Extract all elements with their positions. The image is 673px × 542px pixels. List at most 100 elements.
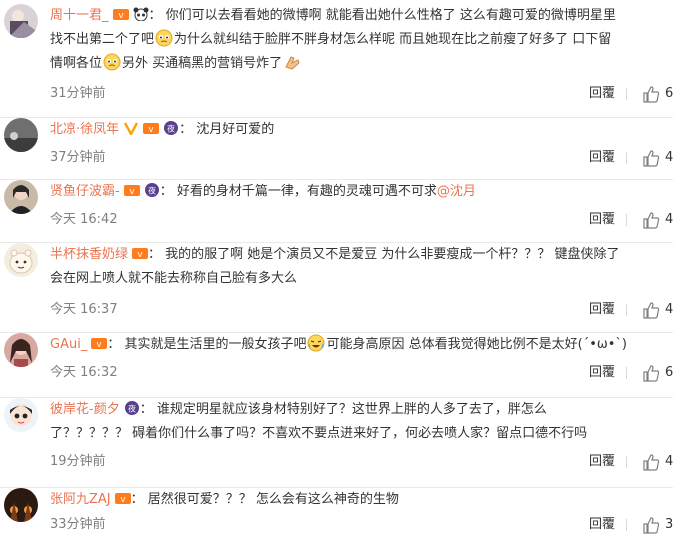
comment-item: GAui_ v： 其实就是生活里的一般女孩子吧 可能身高原因 总体看我觉得她比例不是…	[0, 332, 673, 385]
divider	[626, 519, 627, 531]
svg-text:夜: 夜	[148, 186, 156, 196]
comment-text: 沈月好可爱的	[196, 122, 275, 137]
pleading-face-icon	[103, 53, 121, 71]
comment-text: 找不出第二个了吧	[50, 32, 155, 47]
avatar[interactable]	[4, 180, 38, 214]
username[interactable]: 彼岸花-颜夕	[50, 402, 120, 417]
like-count: 6	[665, 86, 673, 101]
avatar[interactable]	[4, 4, 38, 38]
night-badge-icon[interactable]: 夜	[124, 401, 140, 415]
comment-body: GAui_ v： 其实就是生活里的一般女孩子吧 可能身高原因 总体看我觉得她比例不是…	[50, 333, 673, 357]
night-badge-icon[interactable]: 夜	[163, 121, 179, 135]
member-badge-icon[interactable]: v	[132, 246, 149, 260]
like-count: 6	[665, 365, 673, 380]
like-icon[interactable]	[641, 84, 661, 104]
timestamp: 33分钟前	[50, 517, 106, 532]
comment-text: 好看的身材千篇一律，有趣的灵魂可遇不可求	[176, 184, 437, 199]
divider	[626, 456, 627, 468]
comment-body: 贤鱼仔波霸-v 夜： 好看的身材千篇一律，有趣的灵魂可遇不可求@沈月	[50, 183, 476, 199]
night-badge-icon[interactable]: 夜	[144, 183, 160, 197]
divider	[626, 152, 627, 164]
panda-icon	[133, 7, 149, 21]
comment-text: 情啊各位	[50, 56, 103, 71]
comment-text: 了？？？？？ 碍着你们什么事了吗？不喜欢不要点进来好了，何必去喷人家？留点口德不…	[50, 426, 588, 441]
reply-button[interactable]: 回覆	[589, 363, 615, 383]
comment-body: 北凉·徐凤年 v 夜： 沈月好可爱的	[50, 121, 275, 137]
comment-body: 彼岸花-颜夕夜： 谁规定明星就应该身材特别好了？这世界上胖的人多了去了，胖怎么 …	[50, 401, 588, 441]
reply-button[interactable]: 回覆	[589, 452, 615, 472]
avatar[interactable]	[4, 333, 38, 367]
divider	[626, 214, 627, 226]
like-icon[interactable]	[641, 363, 661, 383]
like-icon[interactable]	[641, 210, 661, 230]
reply-button[interactable]: 回覆	[589, 515, 615, 535]
comment-item: 北凉·徐凤年 v 夜： 沈月好可爱的 37分钟前 回覆 4	[0, 117, 673, 170]
comment-item: 贤鱼仔波霸-v 夜： 好看的身材千篇一律，有趣的灵魂可遇不可求@沈月 今天 16:…	[0, 179, 673, 232]
comment-text: 为什么就纠结于脸胖不胖身材怎么样呢 而且她现在比之前瘦了好多了 口下留	[174, 32, 612, 47]
timestamp: 19分钟前	[50, 454, 106, 469]
clapping-hands-icon	[283, 53, 301, 71]
comment-item: 张阿九ZAJ v： 居然很可爱？？？ 怎么会有这么神奇的生物 33分钟前 回覆 3	[0, 487, 673, 542]
avatar[interactable]	[4, 398, 38, 432]
svg-text:夜: 夜	[167, 124, 175, 134]
member-badge-icon[interactable]: v	[91, 336, 108, 350]
comment-text: 其实就是生活里的一般女孩子吧	[124, 337, 307, 352]
comment-item: 半杯抹香奶绿 v： 我的的服了啊 她是个演员又不是爱豆 为什么非要瘦成一个杆？？？…	[0, 242, 673, 321]
reply-button[interactable]: 回覆	[589, 148, 615, 168]
like-count: 4	[665, 212, 673, 227]
verified-v-icon[interactable]	[123, 121, 139, 135]
username[interactable]: 贤鱼仔波霸-	[50, 184, 120, 199]
svg-text:v: v	[148, 125, 154, 135]
timestamp: 今天 16:42	[50, 212, 118, 227]
timestamp: 今天 16:32	[50, 365, 118, 380]
like-count: 3	[665, 517, 673, 532]
avatar[interactable]	[4, 243, 38, 277]
svg-text:v: v	[120, 495, 126, 505]
divider	[626, 367, 627, 379]
svg-text:v: v	[137, 250, 143, 260]
comment-item: 周十一君_ v： 你们可以去看看她的微博啊 就能看出她什么性格了 这么有趣可爱的微…	[0, 4, 673, 106]
laughing-crying-face-icon	[307, 334, 325, 352]
comment-text: 居然很可爱？？？ 怎么会有这么神奇的生物	[147, 492, 399, 507]
timestamp: 31分钟前	[50, 86, 106, 101]
mention-link[interactable]: @沈月	[437, 184, 476, 199]
member-badge-icon[interactable]: v	[114, 491, 131, 505]
username[interactable]: GAui_	[50, 337, 87, 352]
svg-text:夜: 夜	[128, 404, 136, 414]
like-count: 4	[665, 302, 673, 317]
username[interactable]: 半杯抹香奶绿	[50, 247, 128, 262]
comment-text: 我的的服了啊 她是个演员又不是爱豆 为什么非要瘦成一个杆？？？ 键盘侠除了	[165, 247, 620, 262]
comment-body: 张阿九ZAJ v： 居然很可爱？？？ 怎么会有这么神奇的生物	[50, 491, 399, 507]
svg-text:v: v	[118, 11, 124, 21]
comment-text: 可能身高原因 总体看我觉得她比例不是太好(´•ω•`)	[326, 337, 627, 352]
like-icon[interactable]	[641, 148, 661, 168]
username[interactable]: 北凉·徐凤年	[50, 122, 119, 137]
comment-body: 周十一君_ v： 你们可以去看看她的微博啊 就能看出她什么性格了 这么有趣可爱的微…	[50, 7, 616, 71]
timestamp: 37分钟前	[50, 150, 106, 165]
svg-text:v: v	[129, 187, 135, 197]
comment-text: 谁规定明星就应该身材特别好了？这世界上胖的人多了去了，胖怎么	[156, 402, 547, 417]
reply-button[interactable]: 回覆	[589, 84, 615, 104]
divider	[626, 88, 627, 100]
like-icon[interactable]	[641, 515, 661, 535]
comment-list: 周十一君_ v： 你们可以去看看她的微博啊 就能看出她什么性格了 这么有趣可爱的微…	[0, 0, 673, 542]
comment-text: 会在网上喷人就不能去称称自己脸有多大么	[50, 271, 298, 286]
reply-button[interactable]: 回覆	[589, 210, 615, 230]
reply-button[interactable]: 回覆	[589, 300, 615, 320]
username[interactable]: 张阿九ZAJ	[50, 492, 111, 507]
like-icon[interactable]	[641, 452, 661, 472]
member-badge-icon[interactable]: v	[123, 183, 140, 197]
like-count: 4	[665, 454, 673, 469]
comment-body: 半杯抹香奶绿 v： 我的的服了啊 她是个演员又不是爱豆 为什么非要瘦成一个杆？？？…	[50, 246, 620, 286]
member-badge-icon[interactable]: v	[112, 7, 129, 21]
member-badge-icon[interactable]: v	[143, 121, 160, 135]
avatar[interactable]	[4, 118, 38, 152]
comment-text: 你们可以去看看她的微博啊 就能看出她什么性格了 这么有趣可爱的微博明星里	[165, 8, 616, 23]
svg-text:v: v	[97, 340, 103, 350]
avatar[interactable]	[4, 488, 38, 522]
username[interactable]: 周十一君_	[50, 8, 109, 23]
timestamp: 今天 16:37	[50, 302, 118, 317]
like-icon[interactable]	[641, 300, 661, 320]
pleading-face-icon	[155, 29, 173, 47]
divider	[626, 304, 627, 316]
